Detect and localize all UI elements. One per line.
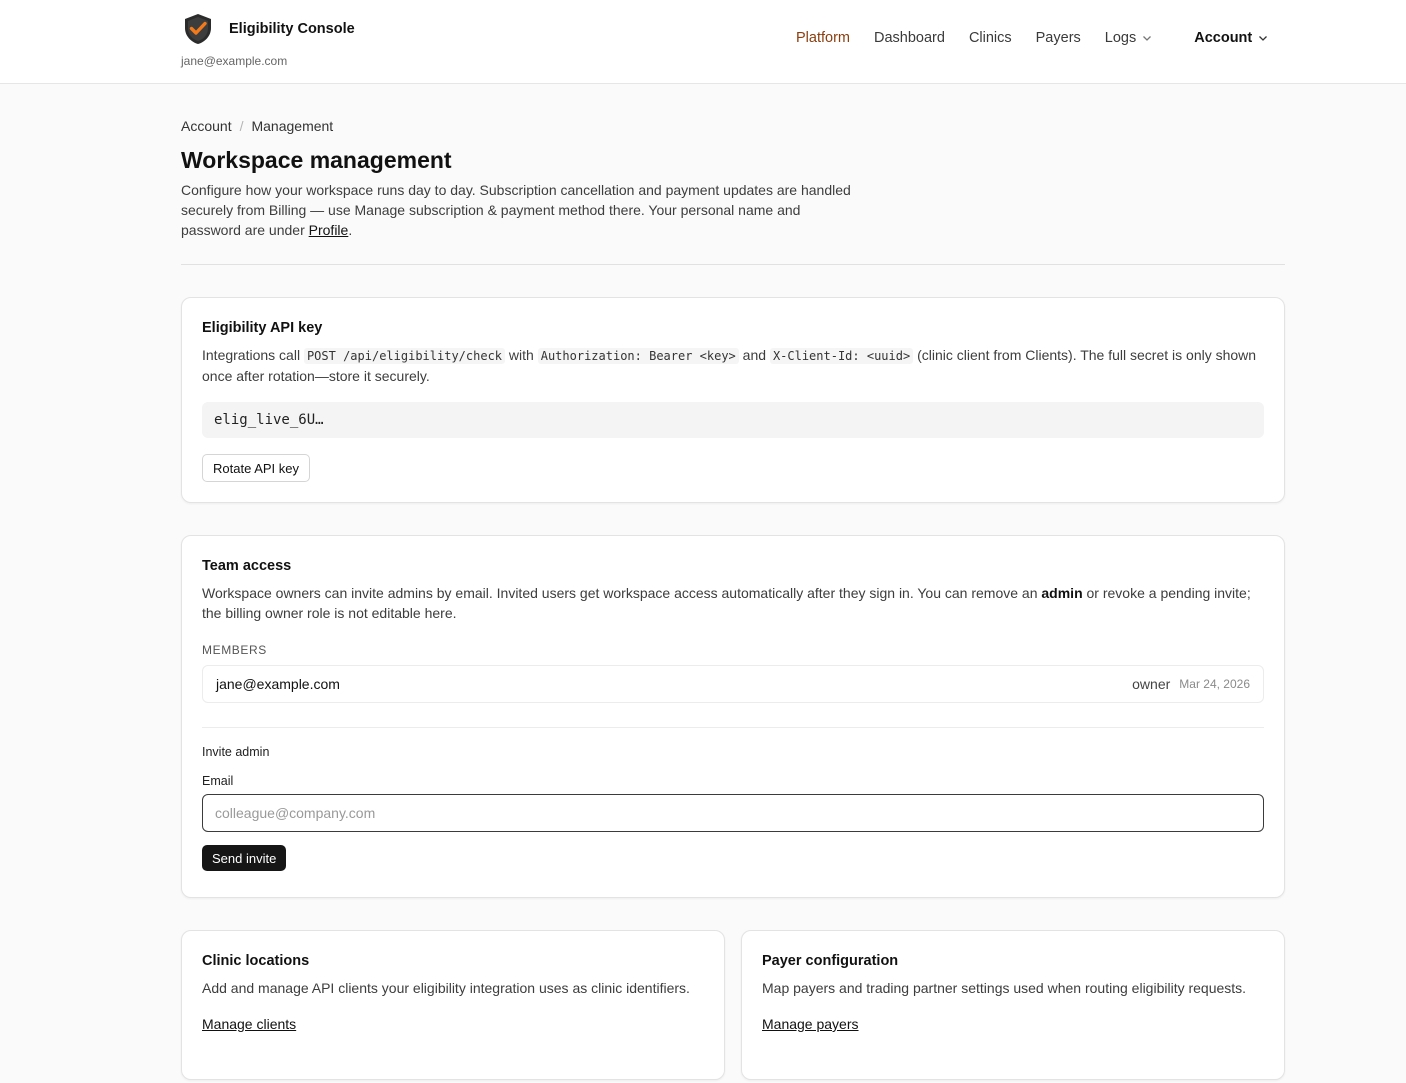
member-email: jane@example.com [216, 676, 340, 692]
api-key-card: Eligibility API key Integrations call PO… [181, 297, 1285, 503]
team-access-card: Team access Workspace owners can invite … [181, 535, 1285, 898]
api-key-desc-part: and [738, 347, 770, 363]
team-access-description: Workspace owners can invite admins by em… [202, 583, 1264, 623]
api-key-description: Integrations call POST /api/eligibility/… [202, 345, 1264, 386]
manage-clients-link[interactable]: Manage clients [202, 1016, 296, 1032]
api-key-preview: elig_live_6U… [202, 402, 1264, 438]
invite-email-input[interactable] [202, 794, 1264, 832]
nav-logs-label: Logs [1104, 30, 1137, 46]
breadcrumb-account[interactable]: Account [181, 118, 232, 134]
brand: Eligibility Console jane@example.com [181, 12, 355, 68]
breadcrumb-separator: / [239, 118, 244, 134]
brand-row[interactable]: Eligibility Console [181, 12, 355, 46]
members-label: MEMBERS [202, 643, 267, 657]
api-key-desc-part: Integrations call [202, 347, 304, 363]
breadcrumb: Account / Management [181, 118, 1285, 134]
intro-end: . [348, 222, 353, 238]
nav-platform[interactable]: Platform [796, 30, 850, 46]
payer-configuration-title: Payer configuration [762, 953, 899, 969]
payer-configuration-card: Payer configuration Map payers and tradi… [741, 930, 1285, 1080]
manage-payers-link[interactable]: Manage payers [762, 1016, 859, 1032]
endpoint-code: POST /api/eligibility/check [303, 348, 506, 364]
api-key-desc-part: with [505, 347, 538, 363]
team-desc-admin: admin [1041, 585, 1083, 601]
main-nav: Platform Dashboard Clinics Payers Logs A… [796, 30, 1268, 46]
team-desc-part: Workspace owners can invite admins by em… [202, 585, 1042, 601]
shield-check-logo-icon [185, 14, 211, 44]
rotate-api-key-button[interactable]: Rotate API key [202, 454, 310, 482]
app-name: Eligibility Console [229, 21, 355, 37]
clinic-locations-title: Clinic locations [202, 953, 310, 969]
top-bar: Eligibility Console jane@example.com Pla… [0, 0, 1406, 84]
api-key-title: Eligibility API key [202, 320, 323, 336]
clinic-locations-card: Clinic locations Add and manage API clie… [181, 930, 725, 1080]
auth-header-code: Authorization: Bearer <key> [537, 348, 739, 364]
clinic-locations-description: Add and manage API clients your eligibil… [202, 980, 690, 996]
page-title: Workspace management [181, 147, 452, 173]
nav-clinics[interactable]: Clinics [969, 30, 1012, 46]
invite-admin-title: Invite admin [202, 745, 270, 759]
nav-account-label: Account [1194, 30, 1253, 46]
payer-configuration-description: Map payers and trading partner settings … [762, 980, 1247, 996]
member-role: owner [1132, 676, 1171, 692]
profile-link[interactable]: Profile [309, 222, 349, 238]
header-divider [181, 264, 1285, 265]
page-intro: Configure how your workspace runs day to… [181, 180, 861, 240]
nav-dashboard[interactable]: Dashboard [874, 30, 945, 46]
client-id-code: X-Client-Id: <uuid> [769, 348, 914, 364]
main-content: Account / Management Workspace managemen… [181, 118, 1285, 265]
intro-text: Configure how your workspace runs day to… [181, 182, 851, 238]
member-date: Mar 24, 2026 [1179, 677, 1250, 691]
chevron-down-icon [1259, 36, 1268, 41]
nav-account[interactable]: Account [1194, 30, 1268, 46]
send-invite-button[interactable]: Send invite [202, 845, 287, 871]
email-label: Email [202, 774, 234, 788]
breadcrumb-current: Management [251, 118, 334, 134]
member-row: jane@example.com owner Mar 24, 2026 [202, 665, 1264, 703]
nav-logs[interactable]: Logs [1105, 30, 1152, 46]
signed-in-email: jane@example.com [181, 54, 288, 68]
invite-divider [202, 727, 1264, 728]
nav-payers[interactable]: Payers [1036, 30, 1081, 46]
team-access-title: Team access [202, 558, 292, 574]
chevron-down-icon [1143, 36, 1152, 41]
